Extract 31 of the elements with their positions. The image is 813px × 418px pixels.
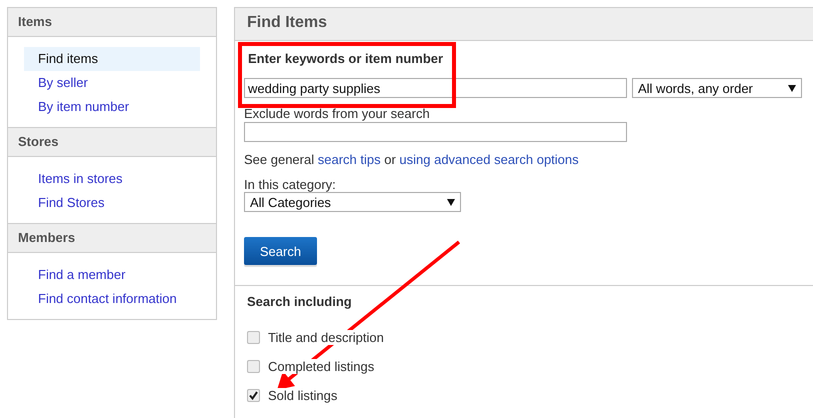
match-dropdown[interactable]: All words, any order <box>632 78 802 98</box>
sidebar-link[interactable]: Find items <box>24 47 200 71</box>
section-header: Members <box>8 224 216 253</box>
sidebar-link[interactable]: Items in stores <box>24 167 200 191</box>
checkbox[interactable] <box>247 389 260 402</box>
caret-icon <box>788 84 796 92</box>
checkbox-label: Completed listings <box>268 359 374 374</box>
sidebar-link[interactable]: Find Stores <box>24 191 200 215</box>
panel-title: Find Items <box>235 8 813 41</box>
field-label: In this category: <box>244 177 337 192</box>
sidebar-link[interactable]: Find contact information <box>24 287 200 311</box>
help-link[interactable]: using advanced search options <box>399 152 579 167</box>
checkbox-label: Sold listings <box>268 388 338 403</box>
sidebar-link[interactable]: By item number <box>24 95 200 119</box>
checkbox[interactable] <box>247 360 260 373</box>
section-header: Stores <box>8 128 216 157</box>
help-link[interactable]: search tips <box>318 152 381 167</box>
section-title: Search including <box>247 294 353 309</box>
keyword-field[interactable]: wedding party supplies <box>244 78 627 98</box>
sidebar-link[interactable]: By seller <box>24 71 200 95</box>
checkbox[interactable] <box>247 331 260 344</box>
exclude-field[interactable] <box>244 122 627 142</box>
caret-icon <box>447 198 455 206</box>
category-dropdown[interactable]: All Categories <box>244 192 461 212</box>
search-button[interactable]: Search <box>244 237 317 265</box>
sidebar-link[interactable]: Find a member <box>24 263 200 287</box>
checkbox-label: Title and description <box>268 330 384 345</box>
help-text: See general search tips or using advanced search options <box>244 152 580 167</box>
section-header: Items <box>8 8 216 37</box>
field-label: Exclude words from your search <box>244 106 431 121</box>
field-label: Enter keywords or item number <box>248 51 444 66</box>
